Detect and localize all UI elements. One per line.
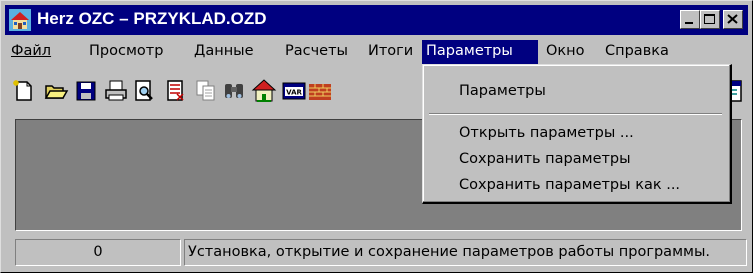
print-preview-icon[interactable] (131, 78, 157, 104)
close-button[interactable] (723, 10, 743, 29)
status-count: 0 (15, 239, 181, 266)
minimize-button[interactable] (680, 10, 700, 29)
application-window: Herz OZC – PRZYKLAD.OZD Файл Просмотр Да… (0, 0, 753, 273)
new-file-icon[interactable] (11, 78, 37, 104)
calculator-icon[interactable] (163, 78, 189, 104)
menu-item-save-parameters[interactable]: Сохранить параметры (459, 149, 631, 169)
parameters-dropdown-menu: Параметры Открыть параметры ... Сохранит… (422, 64, 732, 204)
maximize-button[interactable] (700, 10, 720, 29)
menu-item-parameters[interactable]: Параметры (459, 81, 546, 101)
menu-calculations[interactable]: Расчеты (281, 40, 352, 64)
menu-view[interactable]: Просмотр (85, 40, 167, 64)
menu-file[interactable]: Файл (7, 40, 55, 64)
menu-separator (429, 113, 722, 115)
variable-icon[interactable]: VAR (281, 78, 307, 104)
house-icon[interactable] (251, 78, 277, 104)
menu-results[interactable]: Итоги (364, 40, 417, 64)
open-folder-icon[interactable] (43, 78, 69, 104)
window-title: Herz OZC – PRZYKLAD.OZD (37, 9, 267, 28)
minimize-icon (685, 22, 693, 24)
menu-bar: Файл Просмотр Данные Расчеты Итоги Парам… (5, 38, 748, 66)
wall-icon[interactable] (307, 78, 333, 104)
menu-item-save-parameters-as[interactable]: Сохранить параметры как ... (459, 175, 680, 195)
copy-icon[interactable] (193, 78, 219, 104)
menu-item-open-parameters[interactable]: Открыть параметры ... (459, 123, 634, 143)
menu-parameters[interactable]: Параметры (422, 40, 538, 64)
save-disk-icon[interactable] (73, 78, 99, 104)
herz-app-icon (9, 9, 31, 31)
status-bar: 0 Установка, открытие и сохранение парам… (5, 235, 748, 267)
print-icon[interactable] (103, 78, 129, 104)
menu-window[interactable]: Окно (542, 40, 589, 64)
svg-text:VAR: VAR (286, 89, 302, 97)
menu-data[interactable]: Данные (190, 40, 258, 64)
status-message: Установка, открытие и сохранение парамет… (184, 239, 747, 266)
menu-help[interactable]: Справка (601, 40, 673, 64)
title-bar[interactable]: Herz OZC – PRZYKLAD.OZD (5, 5, 748, 35)
close-icon (727, 14, 738, 24)
maximize-icon (704, 14, 715, 24)
binoculars-icon[interactable] (221, 78, 247, 104)
